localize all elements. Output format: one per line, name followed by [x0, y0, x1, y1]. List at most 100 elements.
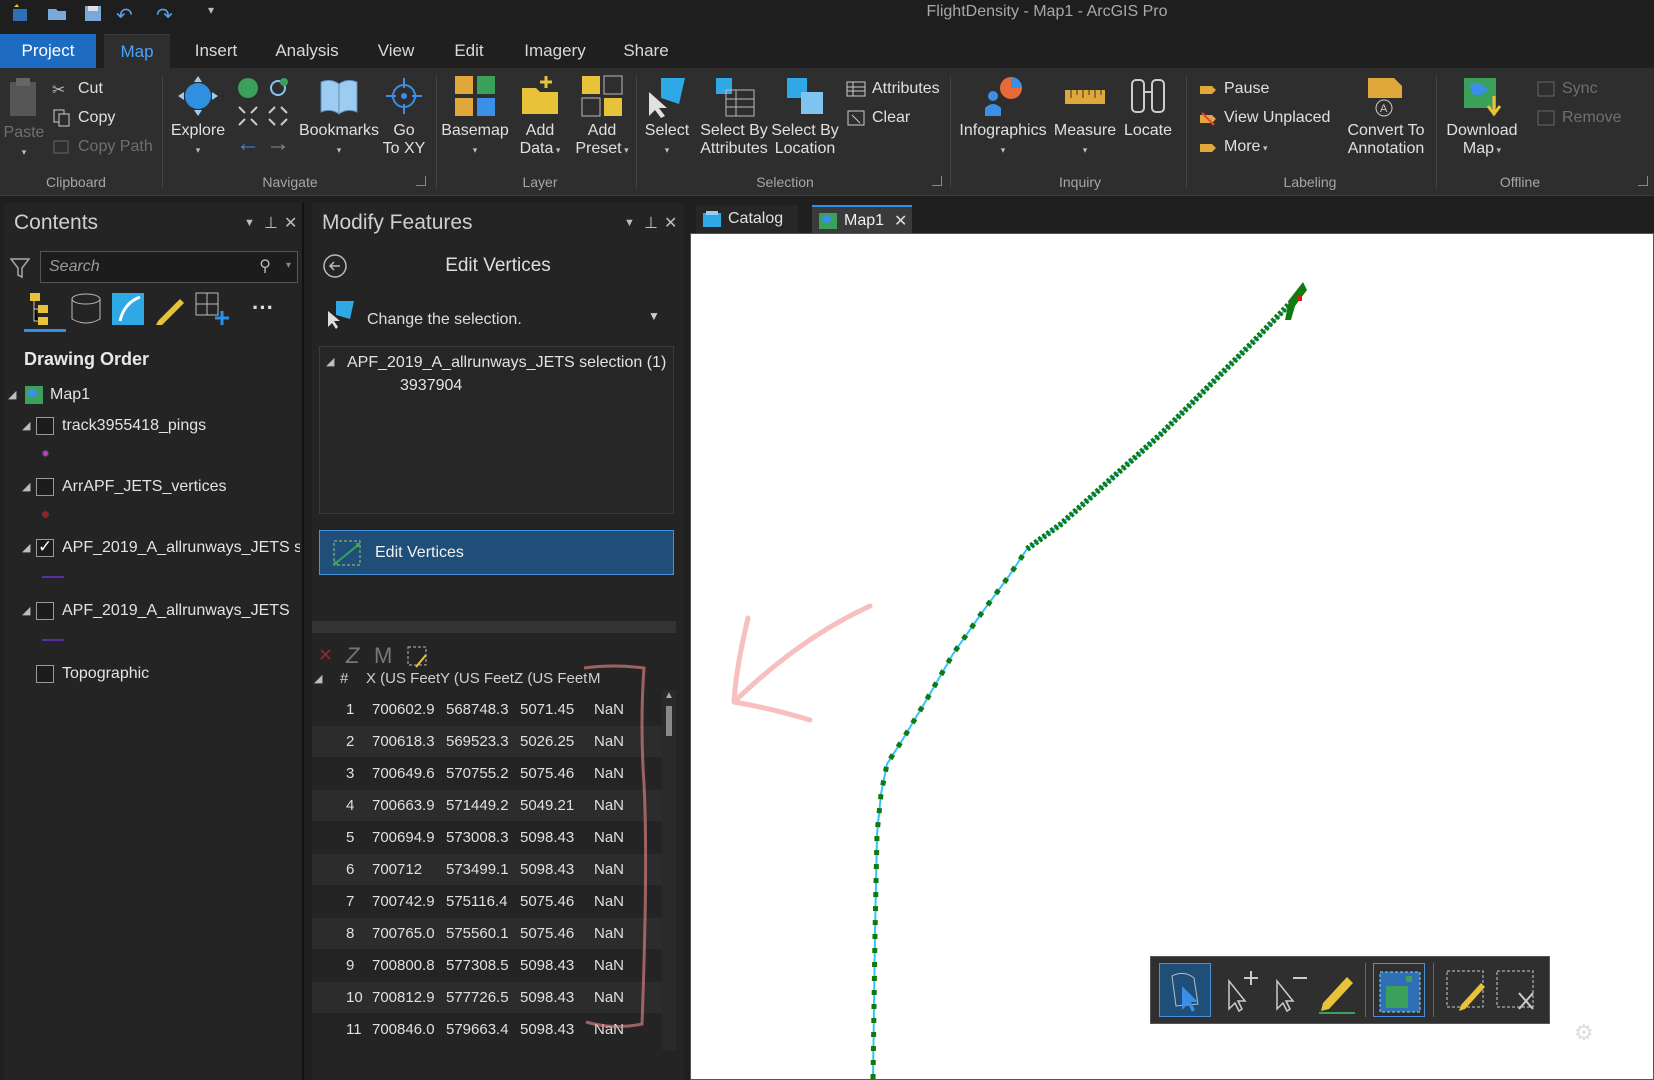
more-labeling-button[interactable]: More ▾: [1198, 136, 1267, 158]
add-vertex-tool[interactable]: [1215, 963, 1267, 1017]
selection-dialog-launcher-icon[interactable]: [932, 176, 942, 186]
pane-options-icon[interactable]: ▼: [244, 217, 255, 229]
filter-icon[interactable]: [10, 257, 30, 279]
settings-gear-icon[interactable]: ⚙: [1574, 1020, 1594, 1046]
normal-selection-tool[interactable]: [1159, 963, 1211, 1017]
tab-map1[interactable]: Map1 ✕: [812, 205, 912, 235]
layer-item-track-pings[interactable]: track3955418_pings: [62, 417, 206, 435]
expand-triangle-icon[interactable]: ◢: [8, 388, 16, 401]
chevron-down-icon[interactable]: ▾: [286, 260, 291, 271]
view-unplaced-button[interactable]: View Unplaced: [1198, 107, 1330, 129]
z-values-icon[interactable]: Z: [346, 643, 359, 669]
vertical-scrollbar[interactable]: ▲: [662, 690, 676, 1050]
previous-extent-icon[interactable]: ←: [236, 130, 260, 158]
table-cell[interactable]: 5075.46: [520, 893, 574, 910]
table-cell[interactable]: 568748.3: [446, 701, 509, 718]
table-cell[interactable]: 573499.1: [446, 861, 509, 878]
measure-button[interactable]: Measure ▾: [1052, 74, 1118, 159]
tab-view[interactable]: View: [368, 34, 424, 68]
tab-map[interactable]: Map: [104, 34, 170, 68]
expand-triangle-icon[interactable]: ◢: [22, 604, 30, 617]
sync-button[interactable]: Sync: [1536, 78, 1598, 100]
table-cell[interactable]: 11: [346, 1021, 362, 1038]
col-header-index[interactable]: #: [340, 670, 348, 687]
m-values-icon[interactable]: M: [374, 643, 392, 669]
list-by-selection-icon[interactable]: [110, 291, 146, 327]
edit-vertices-tool-icon[interactable]: [406, 645, 430, 669]
table-cell[interactable]: 5049.21: [520, 797, 574, 814]
selection-feature-id[interactable]: 3937904: [400, 377, 462, 395]
table-cell[interactable]: 700602.9: [372, 701, 435, 718]
selected-vertex-marker[interactable]: [1297, 296, 1302, 301]
finish-sketch-tool[interactable]: [1373, 963, 1425, 1017]
close-icon[interactable]: ✕: [664, 213, 677, 233]
select-by-location-button[interactable]: Select By Location: [770, 74, 840, 158]
list-by-drawing-order-icon[interactable]: [26, 291, 62, 327]
copy-path-button[interactable]: Copy Path: [52, 136, 153, 158]
table-cell[interactable]: 575116.4: [446, 893, 507, 910]
bookmarks-button[interactable]: Bookmarks ▾: [296, 74, 382, 159]
list-by-data-source-icon[interactable]: [68, 291, 104, 327]
scroll-up-icon[interactable]: ▲: [664, 690, 674, 701]
table-cell[interactable]: 5075.46: [520, 765, 574, 782]
table-cell[interactable]: 700649.6: [372, 765, 435, 782]
table-cell[interactable]: 5098.43: [520, 861, 574, 878]
tab-analysis[interactable]: Analysis: [266, 34, 348, 68]
zoom-to-layer-icon[interactable]: [266, 76, 290, 100]
list-by-editing-icon[interactable]: [152, 291, 188, 327]
pane-options-icon[interactable]: ▼: [624, 217, 635, 229]
table-cell[interactable]: 1: [346, 701, 354, 718]
clear-selection-button[interactable]: Clear: [846, 107, 910, 129]
close-tab-icon[interactable]: ✕: [894, 211, 907, 231]
table-cell[interactable]: 5098.43: [520, 829, 574, 846]
table-cell[interactable]: 10: [346, 989, 363, 1006]
layer-item-runways-selection[interactable]: APF_2019_A_allrunways_JETS selec: [62, 539, 300, 557]
table-cell[interactable]: 5098.43: [520, 989, 574, 1006]
table-cell[interactable]: 6: [346, 861, 354, 878]
more-options-icon[interactable]: ···: [252, 295, 274, 321]
layer-visibility-checkbox[interactable]: [36, 417, 54, 435]
full-extent-icon[interactable]: [236, 76, 260, 100]
table-cell[interactable]: 700800.8: [372, 957, 435, 974]
attributes-button[interactable]: Attributes: [846, 78, 940, 100]
locate-button[interactable]: Locate: [1120, 74, 1176, 140]
navigate-dialog-launcher-icon[interactable]: [416, 176, 426, 186]
remove-button[interactable]: Remove: [1536, 107, 1622, 129]
search-icon[interactable]: ⚲: [259, 256, 271, 276]
pin-icon[interactable]: ⊥: [264, 213, 278, 233]
pause-labeling-button[interactable]: Pause: [1198, 78, 1269, 100]
delete-vertex-tool[interactable]: [1263, 963, 1315, 1017]
table-cell[interactable]: 700618.3: [372, 733, 435, 750]
paste-button[interactable]: Paste ▾: [2, 76, 46, 161]
table-cell[interactable]: 577308.5: [446, 957, 509, 974]
table-cell[interactable]: 700694.9: [372, 829, 435, 846]
table-cell[interactable]: 573008.3: [446, 829, 509, 846]
expand-triangle-icon[interactable]: ◢: [22, 541, 30, 554]
table-cell[interactable]: 700765.0: [372, 925, 435, 942]
fixed-zoom-in-icon[interactable]: [236, 104, 260, 128]
table-cell[interactable]: 4: [346, 797, 354, 814]
expand-triangle-icon[interactable]: ◢: [22, 419, 30, 432]
infographics-button[interactable]: Infographics ▾: [958, 74, 1048, 159]
convert-to-annotation-button[interactable]: A Convert To Annotation: [1344, 74, 1428, 158]
search-input[interactable]: Search ⚲ ▾: [40, 251, 298, 283]
continue-feature-tool[interactable]: [1311, 963, 1363, 1017]
tab-catalog[interactable]: Catalog: [696, 205, 798, 233]
layer-visibility-checkbox[interactable]: [36, 665, 54, 683]
table-cell[interactable]: 8: [346, 925, 354, 942]
tab-project[interactable]: Project: [0, 34, 96, 68]
splitter-bar[interactable]: [312, 621, 676, 633]
table-cell[interactable]: 577726.5: [446, 989, 509, 1006]
discard-sketch-tool[interactable]: [1491, 963, 1543, 1017]
table-cell[interactable]: 5098.43: [520, 1021, 574, 1038]
table-cell[interactable]: 5071.45: [520, 701, 574, 718]
table-cell[interactable]: 5098.43: [520, 957, 574, 974]
explore-button[interactable]: Explore ▾: [168, 74, 228, 159]
go-to-xy-button[interactable]: Go To XY: [380, 74, 428, 158]
table-cell[interactable]: 9: [346, 957, 354, 974]
change-selection-label[interactable]: Change the selection.: [367, 311, 522, 329]
table-cell[interactable]: 700663.9: [372, 797, 435, 814]
layer-visibility-checkbox[interactable]: [36, 537, 54, 557]
table-cell[interactable]: 3: [346, 765, 354, 782]
next-extent-icon[interactable]: →: [266, 130, 290, 158]
